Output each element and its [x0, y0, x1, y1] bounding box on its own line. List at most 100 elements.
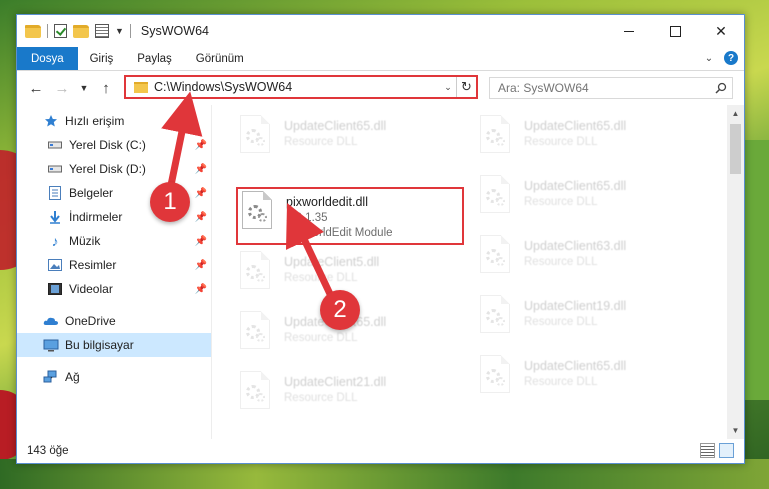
downloads-icon — [47, 209, 63, 225]
callout-step-1: 1 — [150, 182, 190, 222]
status-bar: 143 öğe — [17, 439, 744, 463]
file-tile[interactable]: UpdateClient19.dll Resource DLL — [476, 293, 696, 349]
file-description: Resource DLL — [524, 256, 598, 268]
quick-access-toolbar: ▼ — [17, 24, 131, 38]
videos-icon — [47, 281, 63, 297]
pin-icon[interactable]: 📌 — [195, 212, 207, 223]
properties-check-icon[interactable] — [54, 24, 67, 38]
explorer-window: ▼ SysWOW64 ✕ Dosya Giriş Paylaş Görünüm … — [16, 14, 745, 464]
customize-toolbar-chevron-down-icon[interactable]: ▼ — [115, 26, 124, 36]
file-name: UpdateClient21.dll — [284, 375, 387, 389]
view-toggle — [700, 443, 734, 458]
dll-file-icon — [476, 173, 516, 219]
refresh-icon[interactable]: ↻ — [456, 77, 476, 97]
toolbar-divider — [47, 24, 48, 38]
file-name: UpdateClient65.dll — [524, 359, 627, 373]
nav-network[interactable]: Ağ — [17, 365, 211, 389]
file-description: Resource DLL — [524, 196, 598, 208]
up-arrow-icon[interactable]: ↑ — [95, 77, 117, 99]
item-count: 143 öğe — [27, 445, 69, 457]
maximize-button[interactable] — [652, 15, 698, 47]
nav-item-drive-c[interactable]: Yerel Disk (C:) 📌 — [17, 133, 211, 157]
nav-item-drive-d[interactable]: Yerel Disk (D:) 📌 — [17, 157, 211, 181]
file-description: Resource DLL — [524, 136, 598, 148]
file-description: Resource DLL — [284, 272, 358, 284]
dll-file-icon — [236, 249, 276, 295]
scroll-down-arrow-icon[interactable]: ▼ — [727, 422, 744, 439]
close-icon: ✕ — [715, 22, 727, 39]
search-box[interactable] — [489, 77, 733, 99]
file-tile[interactable]: UpdateClient65.dll Resource DLL — [236, 113, 456, 169]
address-bar[interactable]: C:\Windows\SysWOW64 ⌄ ↻ — [124, 75, 478, 99]
pin-icon[interactable]: 📌 — [195, 260, 207, 271]
file-name: UpdateClient65.dll — [524, 119, 627, 133]
file-name: UpdateClient63.dll — [524, 239, 627, 253]
music-icon: ♪ — [51, 233, 59, 249]
tab-view[interactable]: Görünüm — [184, 47, 256, 70]
nav-label: Videolar — [69, 282, 113, 296]
address-history-chevron-down-icon[interactable]: ⌄ — [440, 82, 456, 93]
file-name: UpdateClient19.dll — [524, 299, 627, 313]
nav-item-pictures[interactable]: Resimler 📌 — [17, 253, 211, 277]
ribbon-tabs: Dosya Giriş Paylaş Görünüm ⌄ ? — [17, 47, 744, 71]
file-tile[interactable]: UpdateClient21.dll Resource DLL — [236, 369, 456, 425]
tab-share[interactable]: Paylaş — [125, 47, 184, 70]
nav-onedrive[interactable]: OneDrive — [17, 309, 211, 333]
tab-file[interactable]: Dosya — [17, 47, 78, 70]
address-row: ← → ▼ ↑ C:\Windows\SysWOW64 ⌄ ↻ — [17, 71, 744, 105]
new-folder-icon[interactable] — [73, 24, 89, 38]
file-description: Resource DLL — [284, 392, 358, 404]
scrollbar-thumb[interactable] — [730, 124, 741, 174]
navigation-pane: Hızlı erişim Yerel Disk (C:) 📌 Yerel Dis… — [17, 105, 212, 439]
tiles-view-icon[interactable] — [719, 443, 734, 458]
search-input[interactable] — [490, 81, 710, 95]
nav-quick-access[interactable]: Hızlı erişim — [17, 109, 211, 133]
tab-home[interactable]: Giriş — [78, 47, 126, 70]
details-view-icon[interactable] — [700, 443, 715, 458]
drive-icon — [47, 137, 63, 153]
nav-label: Resimler — [69, 258, 117, 272]
nav-buttons: ← → ▼ ↑ — [17, 77, 117, 99]
file-tile[interactable]: UpdateClient65.dll Resource DLL — [476, 173, 696, 229]
scroll-up-arrow-icon[interactable]: ▲ — [727, 105, 744, 122]
pin-icon[interactable]: 📌 — [195, 284, 207, 295]
nav-item-music[interactable]: ♪ Müzik 📌 — [17, 229, 211, 253]
file-description: Resource DLL — [524, 316, 598, 328]
nav-label: Ağ — [65, 370, 80, 384]
forward-arrow-icon[interactable]: → — [51, 77, 73, 99]
file-tile[interactable]: UpdateClient65.dll Resource DLL — [476, 113, 696, 169]
search-icon[interactable] — [710, 82, 732, 94]
nav-label: Müzik — [69, 234, 101, 248]
file-name: UpdateClient65.dll — [284, 119, 387, 133]
vertical-scrollbar[interactable]: ▲ ▼ — [727, 105, 744, 439]
pin-icon[interactable]: 📌 — [195, 164, 207, 175]
dll-file-icon — [476, 233, 516, 279]
minimize-button[interactable] — [606, 15, 652, 47]
nav-item-videos[interactable]: Videolar 📌 — [17, 277, 211, 301]
cloud-icon — [43, 313, 59, 329]
ribbon-right-controls: ⌄ ? — [702, 51, 738, 65]
nav-label: İndirmeler — [69, 210, 123, 224]
pictures-icon — [47, 257, 63, 273]
file-description: Resource DLL — [284, 332, 358, 344]
expand-ribbon-chevron-down-icon[interactable]: ⌄ — [702, 51, 716, 65]
recent-locations-chevron-down-icon[interactable]: ▼ — [77, 77, 91, 99]
file-tile[interactable]: UpdateClient63.dll Resource DLL — [476, 233, 696, 289]
pin-icon[interactable]: 📌 — [195, 140, 207, 151]
dll-file-icon — [236, 113, 276, 159]
nav-label: Bu bilgisayar — [65, 338, 134, 352]
file-tile[interactable]: UpdateClient65.dll Resource DLL — [476, 353, 696, 409]
nav-this-pc[interactable]: Bu bilgisayar — [17, 333, 211, 357]
pin-icon[interactable]: 📌 — [195, 188, 207, 199]
pin-icon[interactable]: 📌 — [195, 236, 207, 247]
close-button[interactable]: ✕ — [698, 15, 744, 47]
drive-icon — [47, 161, 63, 177]
back-arrow-icon[interactable]: ← — [25, 77, 47, 99]
title-divider — [129, 24, 131, 38]
network-icon — [43, 369, 59, 385]
details-icon[interactable] — [95, 24, 109, 38]
nav-label: Yerel Disk (D:) — [69, 162, 146, 176]
window-controls: ✕ — [606, 15, 744, 47]
address-path[interactable]: C:\Windows\SysWOW64 — [154, 80, 440, 94]
help-icon[interactable]: ? — [724, 51, 738, 65]
